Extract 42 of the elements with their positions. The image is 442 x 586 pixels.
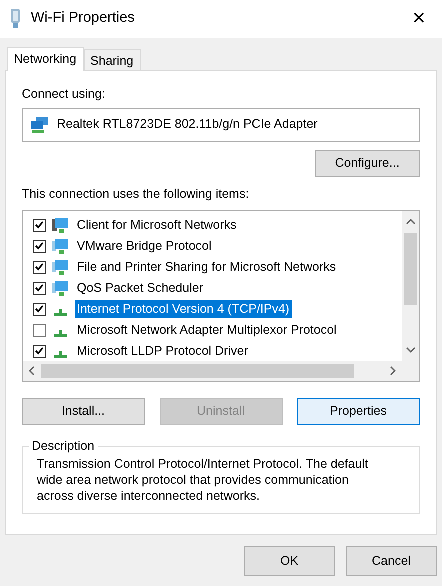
checkbox[interactable] [33,324,46,336]
scroll-right-icon[interactable] [390,366,396,376]
connect-using-label: Connect using: [22,86,106,103]
checkbox[interactable] [33,282,46,294]
list-item[interactable]: Client for Microsoft Networks [75,216,239,234]
monitor-icon [52,280,69,296]
network-adapter-icon [31,116,49,133]
adapter-field: Realtek RTL8723DE 802.11b/g/n PCIe Adapter [22,108,420,142]
list-item[interactable]: Microsoft Network Adapter Multiplexor Protocol [75,320,339,340]
monitor-icon [52,260,69,274]
tab[interactable]: Networking [7,47,84,71]
network-protocol-icon [54,350,67,358]
list-item[interactable]: File and Printer Sharing for Microsoft Networks [75,258,338,276]
scroll-down-icon[interactable] [406,346,416,352]
configure-button[interactable]: Configure... [315,150,420,177]
wifi-adapter-icon [10,9,21,29]
tab[interactable]: Sharing [84,49,141,70]
checkbox[interactable] [33,218,46,232]
list-item[interactable]: Microsoft LLDP Protocol Driver [75,342,250,360]
cancel-button[interactable]: Cancel [346,546,437,576]
close-button[interactable]: ✕ [406,6,432,32]
scroll-up-icon[interactable] [406,218,416,224]
list-item[interactable]: VMware Bridge Protocol [75,236,214,256]
items-label: This connection uses the following items: [22,186,250,203]
monitor-icon [52,218,69,232]
action-button[interactable]: Properties [297,398,420,424]
network-protocol-icon [54,308,67,316]
list-item[interactable]: QoS Packet Scheduler [75,278,206,298]
checkbox[interactable] [33,344,46,358]
list-item[interactable]: Internet Protocol Version 4 (TCP/IPv4) [75,300,292,318]
checkbox[interactable] [33,302,46,316]
action-button[interactable]: Install... [22,398,145,424]
vertical-scrollbar[interactable] [402,210,419,360]
window-title: Wi-Fi Properties [31,9,136,28]
checkbox[interactable] [33,260,46,274]
monitor-icon [52,238,69,254]
description-text: Transmission Control Protocol/Internet Protocol. The default wide area network protocol that provides communication across diverse interconnected networks. [37,456,370,504]
horizontal-scrollbar[interactable] [23,360,402,380]
network-protocol-icon [54,330,67,336]
ok-button[interactable]: OK [244,546,335,576]
checkbox[interactable] [33,240,46,252]
scroll-left-icon[interactable] [29,366,35,376]
